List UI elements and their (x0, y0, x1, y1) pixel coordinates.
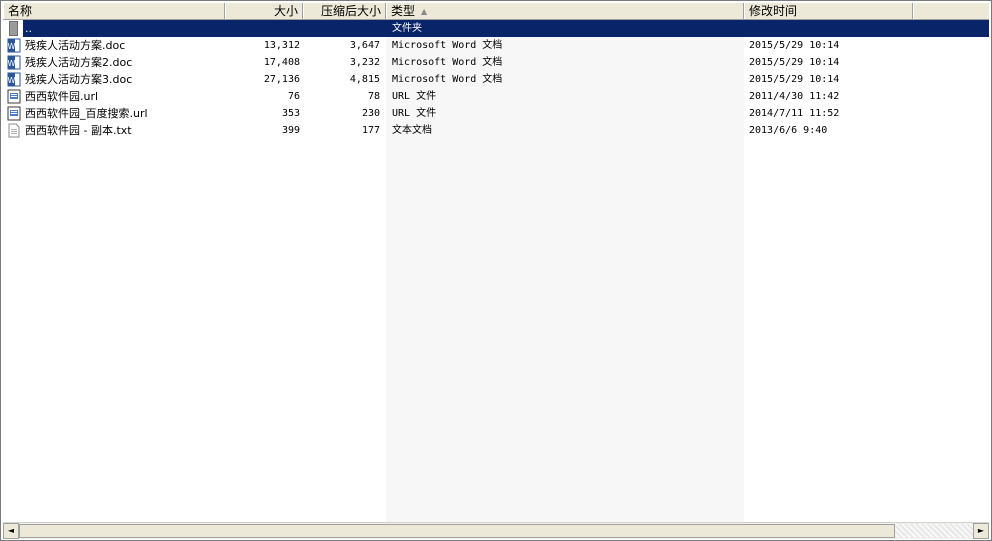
file-type: Microsoft Word 文档 (392, 40, 503, 51)
svg-text:W: W (8, 42, 16, 51)
column-header-modified-label: 修改时间 (749, 4, 798, 18)
column-header-packed-label: 压缩后大小 (320, 4, 381, 18)
file-packed-size: 230 (361, 108, 380, 119)
file-modified: 2013/6/6 9:40 (749, 125, 828, 136)
column-header-bar: 名称 大小 压缩后大小 类型 ▲ 修改时间 (3, 3, 989, 20)
file-modified: 2015/5/29 10:14 (749, 74, 840, 85)
file-type: Microsoft Word 文档 (392, 57, 503, 68)
sort-ascending-icon: ▲ (421, 6, 428, 16)
file-modified: 2015/5/29 10:14 (749, 57, 840, 68)
file-packed-size: 78 (367, 91, 380, 102)
url-file-icon (7, 106, 21, 121)
file-size: 27,136 (263, 74, 300, 85)
file-row[interactable]: W 残疾人活动方案.doc 13,312 3,647 Microsoft Wor… (3, 37, 989, 54)
url-file-icon (7, 89, 21, 104)
file-list-view: 名称 大小 压缩后大小 类型 ▲ 修改时间 .. 文件夹 W 残疾人活动方案.do… (0, 0, 992, 541)
file-packed-size: 177 (361, 125, 380, 136)
file-modified: 2014/7/11 11:52 (749, 108, 840, 119)
file-size: 17,408 (263, 57, 300, 68)
file-row[interactable]: W 残疾人活动方案3.doc 27,136 4,815 Microsoft Wo… (3, 71, 989, 88)
file-name: 西西软件园 - 副本.txt (25, 124, 132, 137)
word-doc-icon: W (7, 38, 21, 53)
file-modified: 2015/5/29 10:14 (749, 40, 840, 51)
column-header-modified[interactable]: 修改时间 (744, 3, 913, 19)
file-row[interactable]: 西西软件园 - 副本.txt 399 177 文本文档 2013/6/6 9:4… (3, 122, 989, 139)
scrollbar-track[interactable] (895, 524, 973, 538)
file-rows: .. 文件夹 W 残疾人活动方案.doc 13,312 3,647 Micros… (3, 20, 989, 139)
file-size: 76 (287, 91, 300, 102)
parent-folder-name: .. (25, 22, 32, 35)
column-header-size-label: 大小 (273, 4, 298, 18)
file-row[interactable]: W 残疾人活动方案2.doc 17,408 3,232 Microsoft Wo… (3, 54, 989, 71)
column-header-type-label: 类型 (391, 4, 416, 18)
file-type: Microsoft Word 文档 (392, 74, 503, 85)
horizontal-scrollbar[interactable]: ◄ ► (3, 522, 989, 539)
word-doc-icon: W (7, 55, 21, 70)
file-packed-size: 3,647 (349, 40, 380, 51)
column-header-packed-size[interactable]: 压缩后大小 (303, 3, 386, 19)
file-size: 353 (281, 108, 300, 119)
file-size: 399 (281, 125, 300, 136)
column-header-name[interactable]: 名称 (3, 3, 225, 19)
column-header-filler (913, 3, 989, 19)
scrollbar-thumb[interactable] (19, 524, 895, 538)
file-modified: 2011/4/30 11:42 (749, 91, 840, 102)
word-doc-icon: W (7, 72, 21, 87)
file-packed-size: 4,815 (349, 74, 380, 85)
svg-text:W: W (8, 59, 16, 68)
file-size: 13,312 (263, 40, 300, 51)
arrow-right-icon: ► (977, 526, 985, 535)
file-row[interactable]: 西西软件园_百度搜索.url 353 230 URL 文件 2014/7/11 … (3, 105, 989, 122)
column-header-name-label: 名称 (8, 4, 33, 18)
file-name: 残疾人活动方案3.doc (25, 73, 133, 86)
file-type: 文本文档 (392, 125, 432, 136)
scroll-right-button[interactable]: ► (973, 523, 989, 539)
text-file-icon (8, 123, 20, 138)
file-name: 残疾人活动方案2.doc (25, 56, 133, 69)
file-packed-size: 3,232 (349, 57, 380, 68)
scroll-left-button[interactable]: ◄ (3, 523, 19, 539)
column-header-type[interactable]: 类型 ▲ (386, 3, 744, 19)
file-row[interactable]: 西西软件园.url 76 78 URL 文件 2011/4/30 11:42 (3, 88, 989, 105)
file-type: URL 文件 (392, 108, 437, 119)
file-name: 西西软件园.url (25, 90, 99, 103)
selection-highlight (23, 20, 989, 37)
file-name: 残疾人活动方案.doc (25, 39, 126, 52)
file-type: URL 文件 (392, 91, 437, 102)
parent-folder-row[interactable]: .. 文件夹 (3, 20, 989, 37)
parent-folder-type: 文件夹 (392, 23, 422, 34)
file-name: 西西软件园_百度搜索.url (25, 107, 148, 120)
folder-up-icon (9, 21, 18, 36)
arrow-left-icon: ◄ (7, 526, 15, 535)
svg-text:W: W (8, 76, 16, 85)
column-header-size[interactable]: 大小 (225, 3, 303, 19)
